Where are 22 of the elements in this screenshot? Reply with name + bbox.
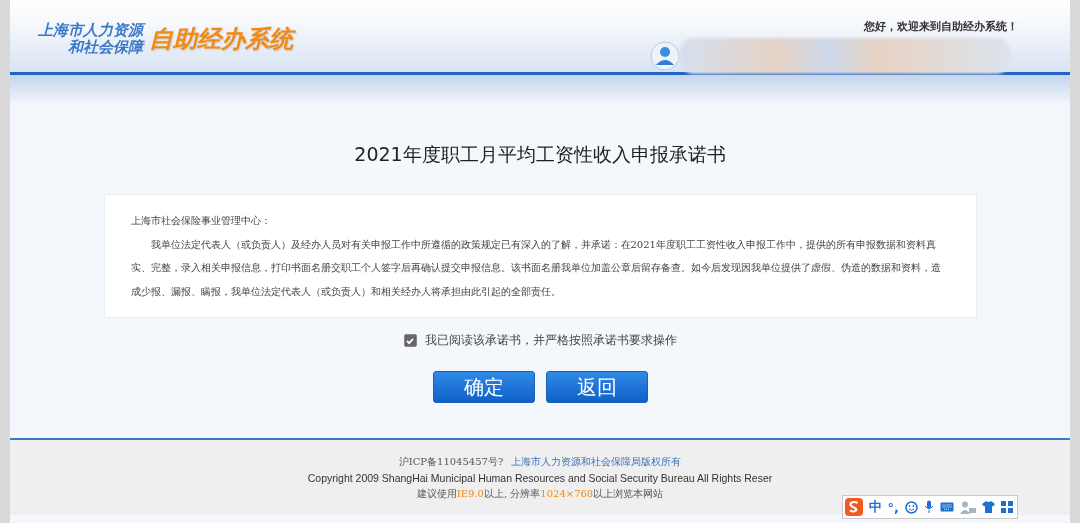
copyright-owner-link[interactable]: 上海市人力资源和社会保障局版权所有 [511,455,682,467]
keyboard-icon[interactable] [940,502,954,512]
shirt-icon[interactable] [982,501,995,513]
org-name: 和社会保障 [68,39,143,56]
ime-logo-icon[interactable] [844,498,863,516]
greeting: 您好，欢迎来到自助经办系统！ [864,19,1018,34]
smiley-icon[interactable] [905,500,918,514]
ime-language[interactable]: 中 [868,498,882,516]
icp-number: 沪ICP备11045457号? [398,455,504,467]
pledge-text: 我单位法定代表人（或负责人）及经办人员对有关申报工作中所遵循的政策规定已有深入的了解，并承诺：在2021年度职工工资性收入申报工作中，提供的所有申报数据和资料真实、完整，录入相关申报信息，打印书面名册交职工个人签字后再确认提交申报信息。该书面名册我单位加盖公章后留存备查。如今后发现因我单位提供了虚假、伪造的数据和资料，造成少报、漏报、瞒报，我单位法定代表人（或负责人）和相关经办人将承担由此引起的全部责任。 [130,237,942,299]
grid-icon[interactable] [1001,501,1013,513]
microphone-icon[interactable] [924,500,934,514]
ime-punctuation[interactable]: °, [887,499,899,515]
copyright-text: Copyright 2009 ShangHai Municipal Human Resources and Social Security Bureau All Rights Reser [307,471,773,484]
agree-checkbox[interactable] [403,334,417,347]
addressee: 上海市社会保险事业管理中心： [130,214,272,228]
confirm-button[interactable]: 确定 [432,371,535,403]
browser-note: 建议使用IE9.0以上, 分辨率1024×768以上浏览本网站 [416,486,664,501]
user-avatar-icon [650,41,680,71]
agree-label: 我已阅读该承诺书，并严格按照承诺书要求操作 [424,332,677,349]
back-button[interactable]: 返回 [545,371,648,403]
page-title: 2021年度职工月平均工资性收入申报承诺书 [354,142,726,167]
